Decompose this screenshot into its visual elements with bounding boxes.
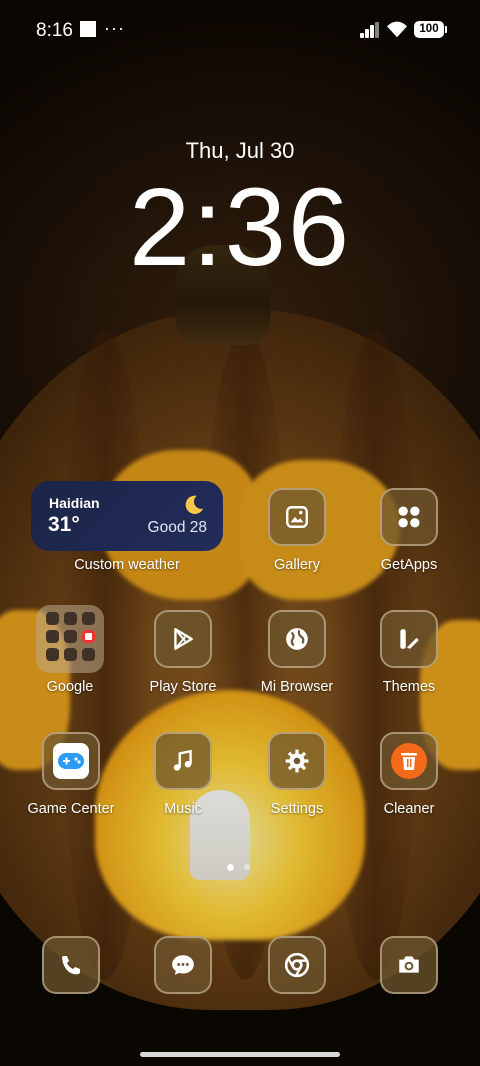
app-label-game-center: Game Center — [27, 801, 115, 817]
status-bar: 8:16 ··· 100 — [0, 0, 480, 60]
folder-app-icon — [81, 630, 95, 643]
page-indicator-inactive — [244, 864, 250, 870]
trash-icon — [401, 753, 417, 770]
app-label-getapps: GetApps — [380, 557, 438, 573]
app-label-mi-browser: Mi Browser — [260, 679, 334, 695]
crescent-moon-icon — [185, 495, 204, 514]
folder-label-google: Google — [46, 679, 94, 695]
folder-app-icon — [63, 648, 77, 661]
music-note-icon — [173, 749, 192, 771]
app-label-settings: Settings — [270, 801, 324, 817]
app-label-themes: Themes — [382, 679, 436, 695]
app-label-cleaner: Cleaner — [383, 801, 435, 817]
weather-air-quality: Good 28 — [147, 519, 207, 536]
signal-icon — [360, 22, 380, 38]
app-themes[interactable] — [380, 610, 438, 668]
gallery-icon — [286, 506, 308, 528]
game-center-tile — [53, 743, 89, 779]
messages-icon — [172, 955, 194, 975]
weather-widget[interactable]: Haidian 31° Good 28 — [31, 481, 223, 551]
weather-widget-label: Custom weather — [74, 557, 180, 573]
getapps-icon — [398, 506, 420, 528]
chrome-icon — [284, 952, 310, 978]
dock-camera[interactable] — [380, 936, 438, 994]
app-getapps[interactable] — [380, 488, 438, 546]
square-notification-icon — [80, 21, 96, 37]
wifi-icon — [386, 21, 408, 38]
gamepad-icon — [58, 753, 84, 769]
lock-date[interactable]: Thu, Jul 30 — [0, 138, 480, 164]
app-settings[interactable] — [268, 732, 326, 790]
camera-icon — [399, 956, 419, 973]
folder-app-icon — [63, 612, 77, 625]
folder-google[interactable] — [36, 605, 104, 673]
status-time: 8:16 — [36, 20, 73, 41]
app-mi-browser[interactable] — [268, 610, 326, 668]
app-play-store[interactable] — [154, 610, 212, 668]
more-notifications-icon: ··· — [104, 18, 125, 38]
play-store-icon — [174, 628, 193, 650]
folder-app-icon — [45, 648, 59, 661]
phone-icon — [62, 956, 80, 975]
themes-icon — [400, 629, 419, 649]
app-cleaner[interactable] — [380, 732, 438, 790]
gesture-home-bar[interactable] — [140, 1052, 340, 1057]
gear-icon — [285, 749, 309, 773]
dock-chrome[interactable] — [268, 936, 326, 994]
dock-messages[interactable] — [154, 936, 212, 994]
home-clock[interactable]: 2:36 — [0, 168, 480, 288]
app-gallery[interactable] — [268, 488, 326, 546]
app-label-music: Music — [164, 801, 202, 817]
folder-app-icon — [45, 612, 59, 625]
folder-app-icon — [81, 648, 95, 661]
dock-phone[interactable] — [42, 936, 100, 994]
page-indicator-active — [227, 864, 234, 871]
app-label-gallery: Gallery — [274, 557, 320, 573]
weather-city: Haidian — [49, 495, 100, 511]
globe-icon — [286, 628, 308, 650]
app-label-play-store: Play Store — [149, 679, 217, 695]
cleaner-tile — [391, 743, 427, 779]
battery-icon: 100 — [414, 21, 447, 38]
folder-app-icon — [63, 630, 77, 643]
folder-app-icon — [45, 630, 59, 643]
weather-temperature: 31° — [48, 513, 80, 536]
app-music[interactable] — [154, 732, 212, 790]
folder-app-icon — [81, 612, 95, 625]
app-game-center[interactable] — [42, 732, 100, 790]
